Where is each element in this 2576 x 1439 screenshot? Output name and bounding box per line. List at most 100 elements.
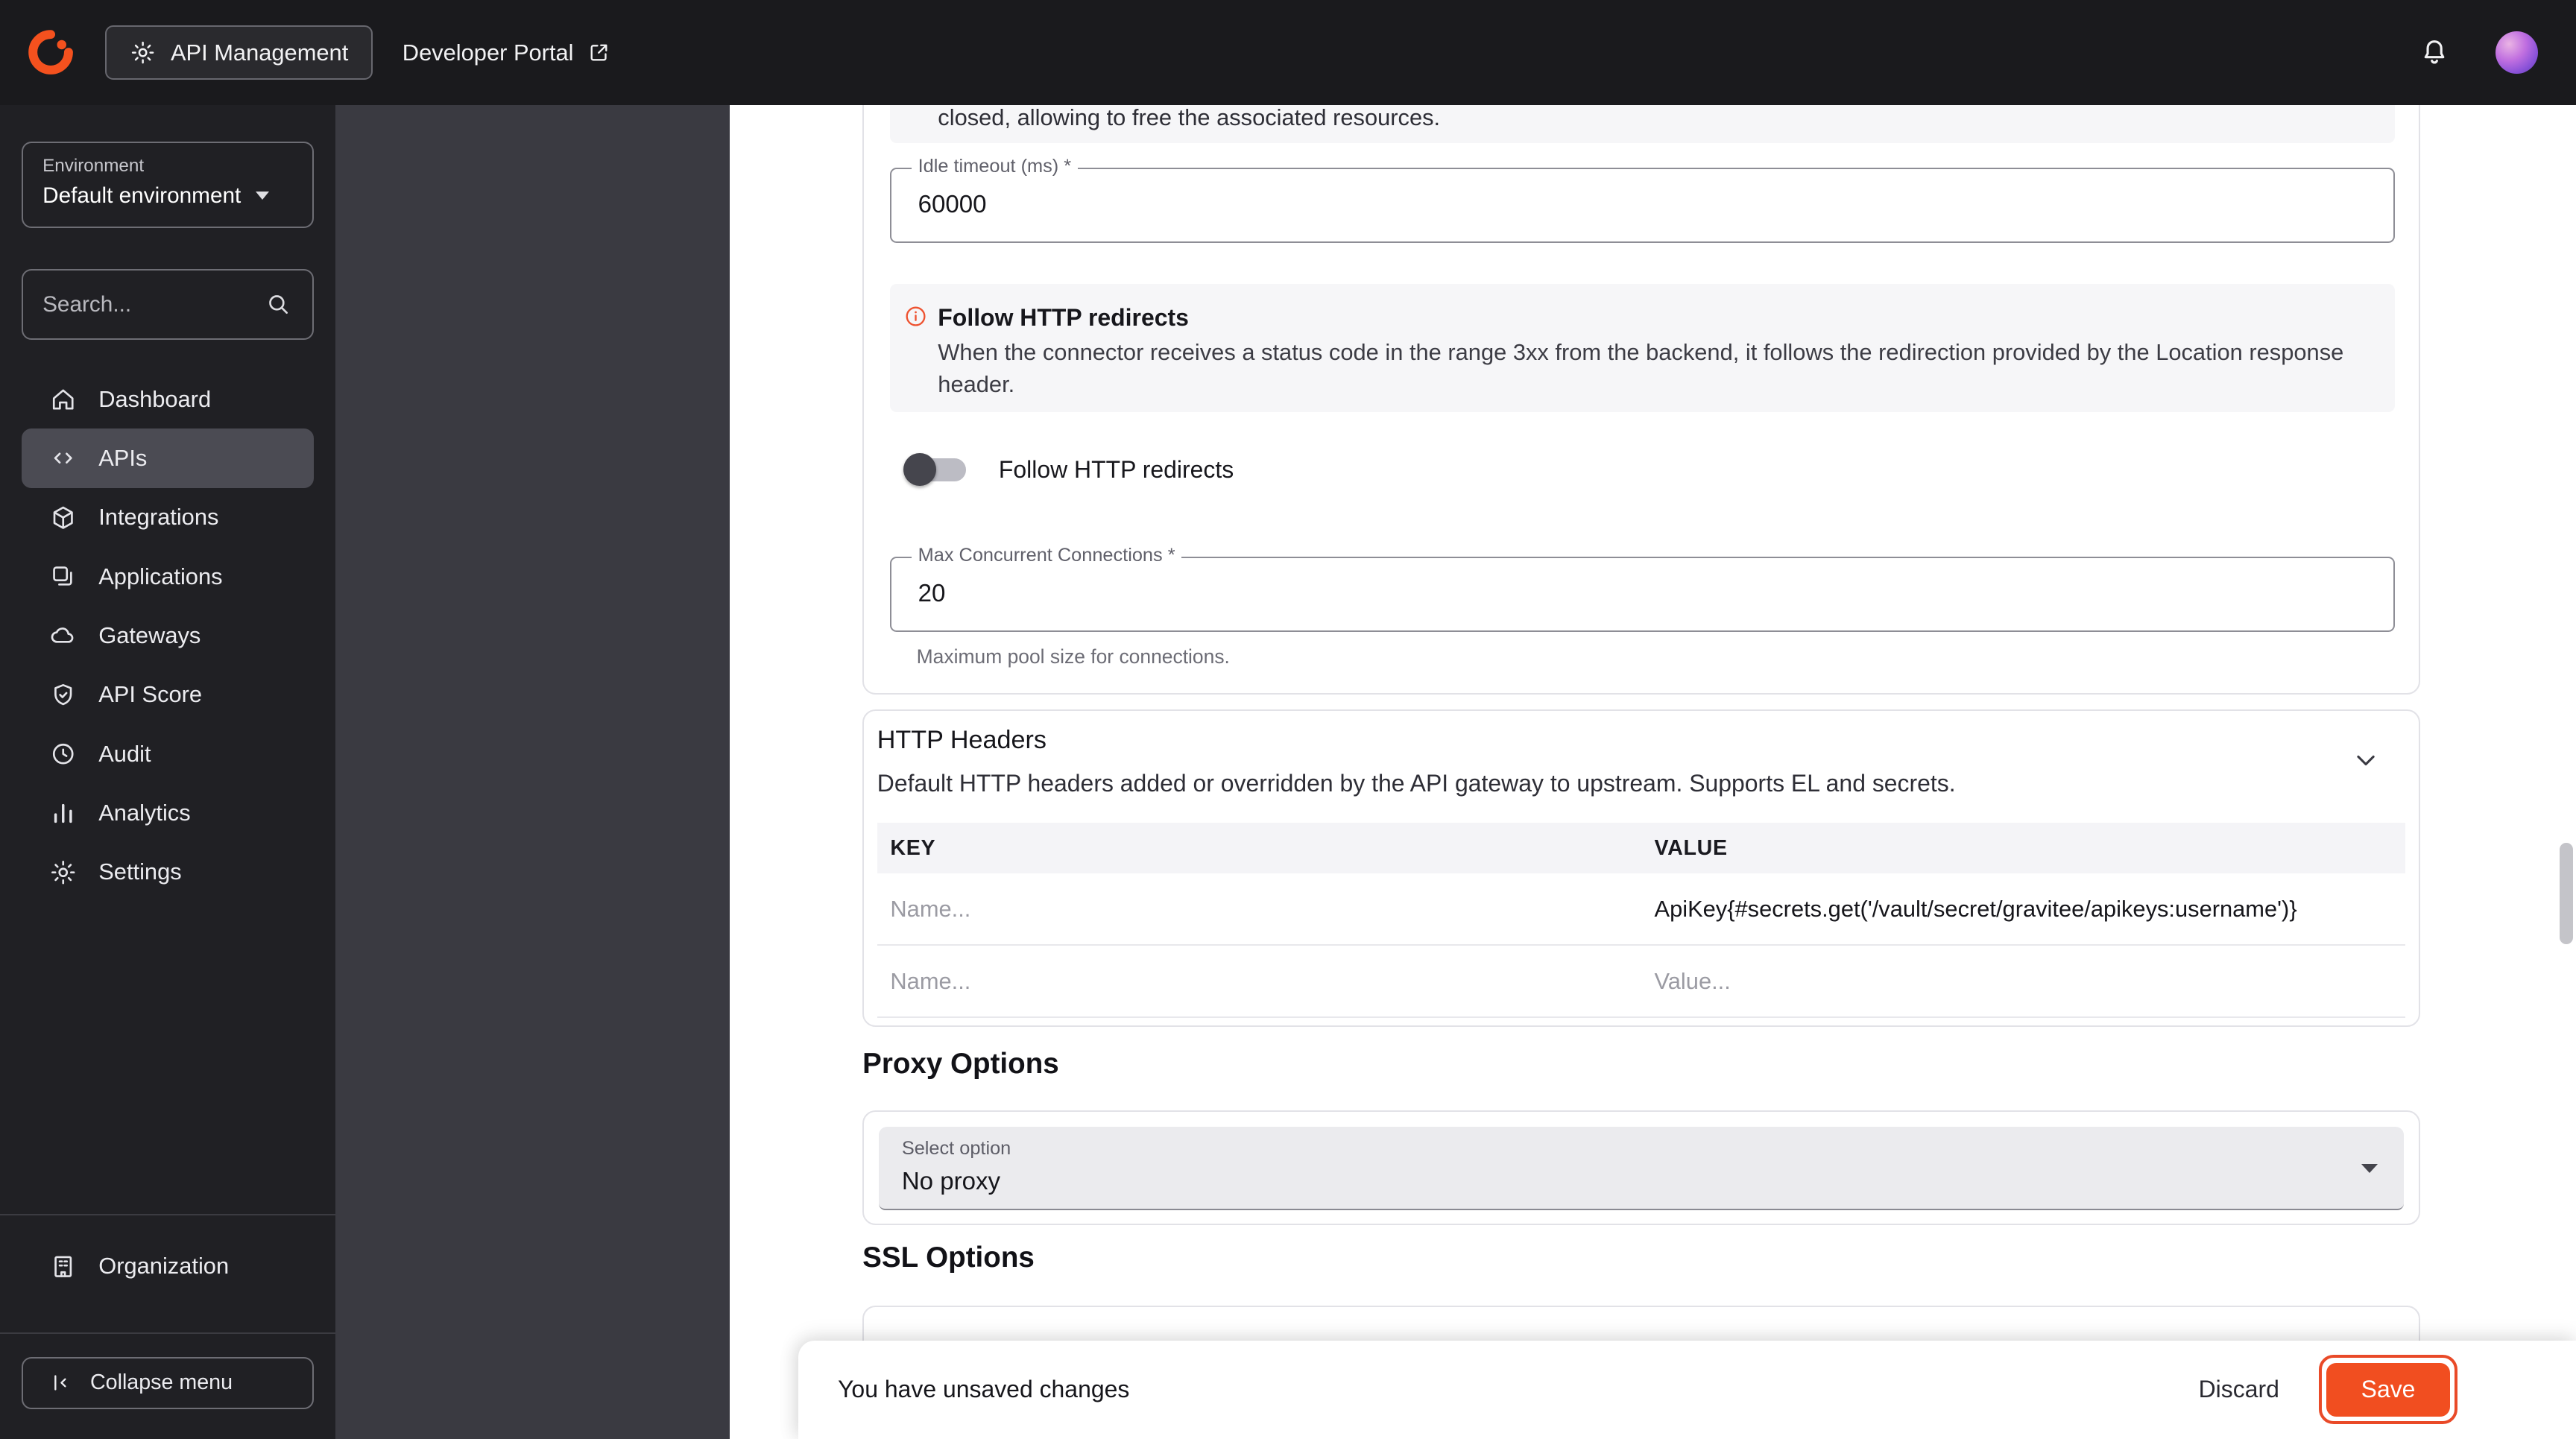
follow-redirects-banner-title: Follow HTTP redirects — [938, 303, 1189, 331]
gear-icon — [49, 858, 77, 886]
endpoint-configuration-page: closed, allowing to free the associated … — [729, 105, 2576, 1439]
proxy-type-select[interactable]: Select option No proxy — [878, 1126, 2404, 1211]
sidebar-item-settings[interactable]: Settings — [22, 843, 314, 902]
app-switcher-label: API Management — [170, 39, 349, 66]
search-input[interactable]: Search... — [21, 269, 314, 341]
api-management-switcher[interactable]: API Management — [105, 25, 373, 80]
vertical-scrollbar-thumb[interactable] — [2559, 842, 2573, 945]
chevron-down-icon[interactable] — [2349, 744, 2382, 777]
http-headers-table: KEY VALUE Name... ApiKey{#secrets.get('/… — [877, 823, 2405, 1019]
follow-redirects-toggle-row: Follow HTTP redirects — [903, 453, 1234, 487]
sidebar-item-api-score[interactable]: API Score — [22, 665, 314, 724]
sidebar-item-label: Integrations — [98, 504, 219, 531]
proxy-options-card: Select option No proxy — [862, 1110, 2420, 1226]
gateways-icon — [49, 622, 77, 649]
keepalive-info-banner: closed, allowing to free the associated … — [890, 105, 2396, 143]
follow-redirects-banner-description: When the connector receives a status cod… — [938, 338, 2344, 397]
sidebar-item-label: Analytics — [98, 799, 191, 826]
sidebar-nav: Dashboard APIs Integrations Applications… — [21, 370, 314, 902]
user-avatar[interactable] — [2496, 31, 2539, 75]
search-icon — [265, 291, 292, 318]
save-button[interactable]: Save — [2326, 1362, 2450, 1417]
sidebar-item-label: APIs — [98, 444, 148, 471]
idle-timeout-value: 60000 — [918, 190, 987, 218]
follow-redirects-toggle[interactable] — [903, 453, 966, 487]
ssl-options-heading: SSL Options — [862, 1241, 1035, 1274]
discard-button[interactable]: Discard — [2176, 1363, 2302, 1417]
chevron-down-icon — [256, 192, 270, 200]
sidebar-item-label: Gateways — [98, 622, 201, 648]
sidebar-item-label: Organization — [98, 1253, 230, 1280]
collapse-menu-button[interactable]: Collapse menu — [21, 1356, 314, 1410]
external-link-icon — [587, 40, 611, 65]
collapse-icon — [48, 1370, 72, 1395]
idle-timeout-field[interactable]: Idle timeout (ms) * 60000 — [890, 155, 2396, 243]
table-row: Name... Value... — [877, 946, 2405, 1019]
sidebar-item-applications[interactable]: Applications — [22, 547, 314, 606]
http-headers-card: HTTP Headers Default HTTP headers added … — [862, 709, 2420, 1027]
notifications-bell-icon[interactable] — [2418, 36, 2451, 69]
max-concurrent-connections-field[interactable]: Max Concurrent Connections * 20 — [890, 545, 2396, 633]
connector-config-card: closed, allowing to free the associated … — [862, 105, 2420, 695]
max-concurrent-connections-hint: Maximum pool size for connections. — [916, 645, 1230, 668]
save-button-highlight-ring: Save — [2318, 1354, 2458, 1425]
search-placeholder: Search... — [42, 291, 132, 317]
http-headers-description: Default HTTP headers added or overridden… — [877, 770, 1956, 797]
audit-icon — [49, 740, 77, 768]
max-concurrent-connections-value: 20 — [918, 579, 946, 607]
table-row: Name... ApiKey{#secrets.get('/vault/secr… — [877, 873, 2405, 946]
sidebar-divider — [0, 1332, 335, 1334]
shield-icon — [49, 681, 77, 709]
header-key-input[interactable]: Name... — [877, 968, 1641, 995]
sidebar-item-analytics[interactable]: Analytics — [22, 783, 314, 842]
unsaved-changes-message: You have unsaved changes — [838, 1376, 1130, 1403]
follow-redirects-banner: Follow HTTP redirects When the connector… — [890, 284, 2396, 412]
http-headers-table-header: KEY VALUE — [877, 823, 2405, 874]
gravitee-logo[interactable] — [26, 28, 75, 77]
home-icon — [49, 385, 77, 413]
header-key-input[interactable]: Name... — [877, 896, 1641, 923]
sidebar-item-label: Dashboard — [98, 385, 212, 412]
column-header-value: VALUE — [1654, 835, 1728, 860]
applications-icon — [49, 563, 77, 590]
environment-selector[interactable]: Environment Default environment — [21, 141, 314, 229]
keepalive-info-text: closed, allowing to free the associated … — [938, 105, 1441, 131]
environment-selector-value: Default environment — [42, 183, 242, 208]
top-bar: API Management Developer Portal — [0, 0, 2576, 106]
sidebar-item-organization[interactable]: Organization — [22, 1237, 314, 1296]
unsaved-changes-bar: You have unsaved changes Discard Save — [798, 1340, 2576, 1439]
main-sidebar: Environment Default environment Search..… — [0, 105, 335, 1439]
toggle-knob — [903, 453, 937, 487]
developer-portal-link[interactable]: Developer Portal — [402, 39, 611, 66]
analytics-icon — [49, 799, 77, 826]
save-bar-actions: Discard Save — [2176, 1354, 2458, 1425]
chevron-down-icon — [2361, 1164, 2378, 1174]
proxy-type-select-label: Select option — [901, 1138, 1011, 1160]
sidebar-item-apis[interactable]: APIs — [21, 428, 314, 488]
apim-console: API Management Developer Portal Environm… — [0, 0, 2576, 1439]
sidebar-item-label: Audit — [98, 740, 151, 767]
sidebar-item-gateways[interactable]: Gateways — [22, 606, 314, 665]
sidebar-item-audit[interactable]: Audit — [22, 724, 314, 783]
max-concurrent-connections-label: Max Concurrent Connections * — [911, 545, 1182, 567]
sidebar-item-label: Applications — [98, 563, 223, 589]
api-submenu-panel — [335, 105, 730, 1439]
sidebar-item-dashboard[interactable]: Dashboard — [22, 370, 314, 428]
header-value-input[interactable]: Value... — [1641, 968, 2405, 995]
http-headers-title: HTTP Headers — [877, 725, 1046, 754]
environment-selector-label: Environment — [42, 156, 145, 177]
proxy-type-select-value: No proxy — [901, 1167, 1001, 1195]
info-icon — [903, 304, 928, 329]
sidebar-divider — [0, 1213, 335, 1215]
sidebar-item-integrations[interactable]: Integrations — [22, 488, 314, 547]
follow-redirects-toggle-label: Follow HTTP redirects — [998, 455, 1234, 483]
column-header-key: KEY — [890, 835, 936, 860]
developer-portal-label: Developer Portal — [402, 39, 574, 66]
integrations-icon — [49, 504, 77, 531]
collapse-menu-label: Collapse menu — [89, 1370, 233, 1395]
proxy-options-heading: Proxy Options — [862, 1047, 1059, 1080]
sidebar-item-label: API Score — [98, 681, 203, 708]
gear-icon — [130, 39, 156, 66]
header-value-input[interactable]: ApiKey{#secrets.get('/vault/secret/gravi… — [1641, 896, 2405, 923]
sidebar-item-label: Settings — [98, 858, 182, 885]
